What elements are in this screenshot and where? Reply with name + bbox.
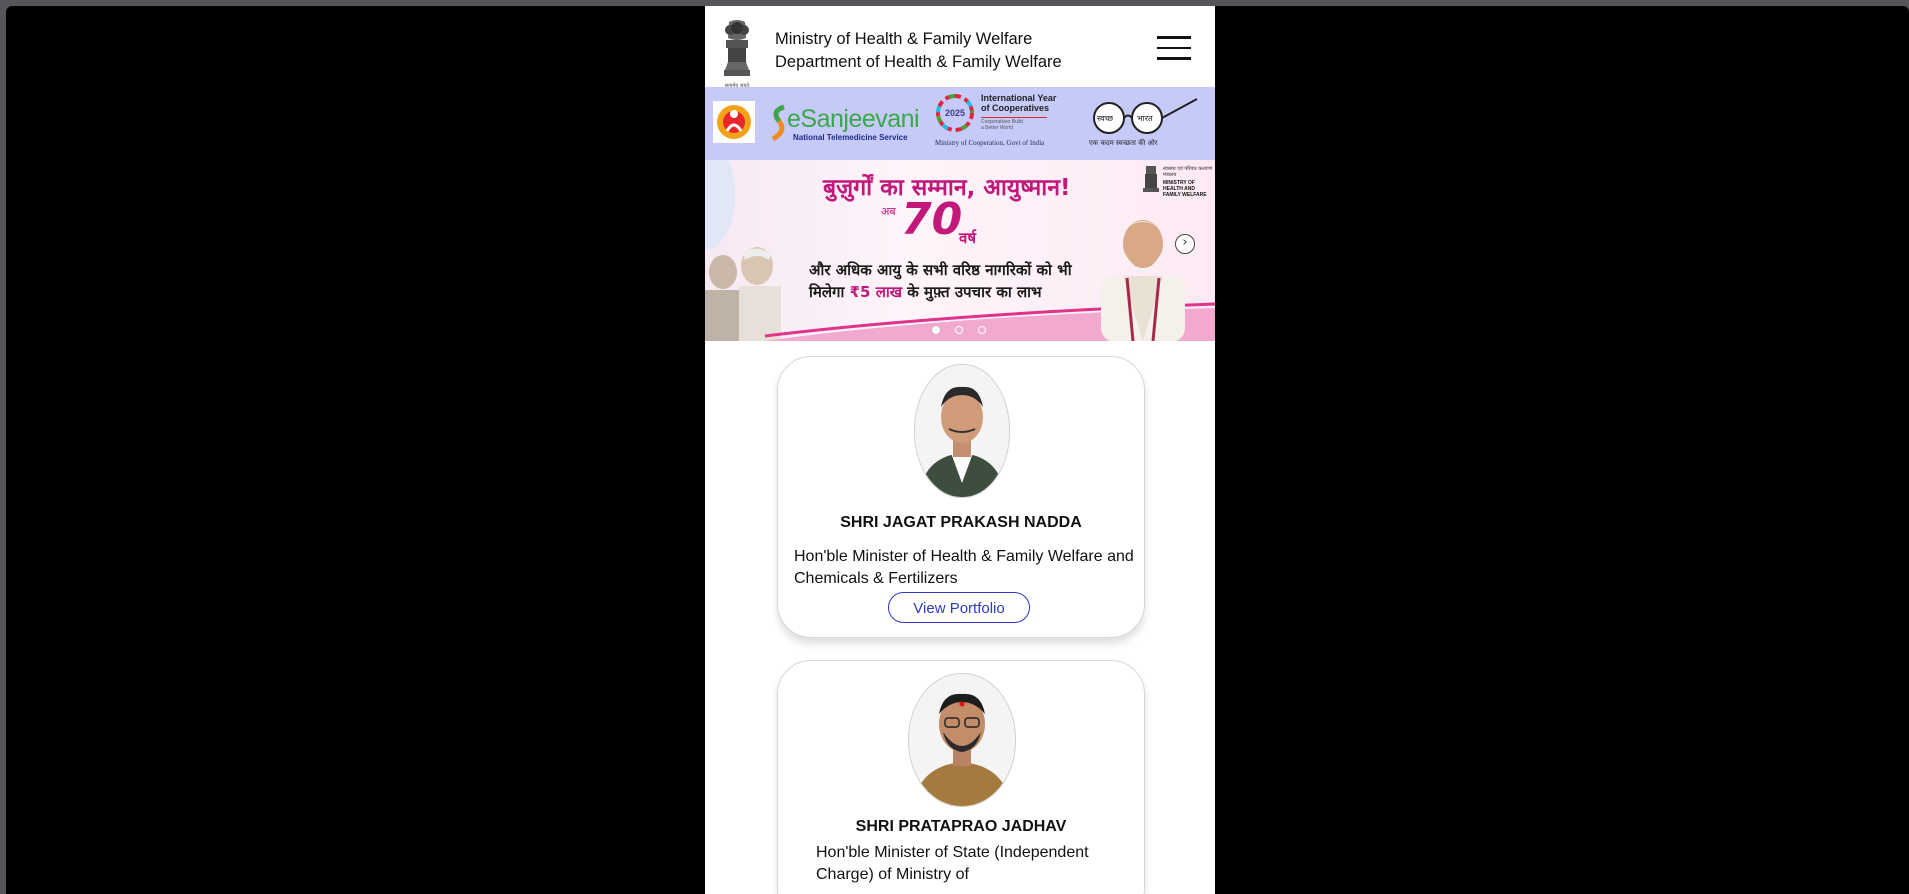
minister-card: SHRI JAGAT PRAKASH NADDA Hon'ble Ministe… xyxy=(777,356,1145,638)
iyc-title: International Year of Cooperatives xyxy=(981,93,1057,113)
site-header: सत्यमेव जयते Ministry of Health & Family… xyxy=(705,6,1215,89)
minister-role: Hon'ble Minister of State (Independent C… xyxy=(816,844,1089,883)
department-name: Department of Health & Family Welfare xyxy=(775,53,1062,71)
carousel-dot-2[interactable] xyxy=(955,326,963,334)
esanjeevani-subtitle: National Telemedicine Service xyxy=(793,133,908,142)
ministry-name: Ministry of Health & Family Welfare xyxy=(775,30,1033,48)
carousel-dots xyxy=(932,326,986,334)
health-scheme-logo[interactable] xyxy=(713,101,755,143)
minister-name: SHRI JAGAT PRAKASH NADDA xyxy=(840,514,1082,531)
banner-ab: अब xyxy=(881,205,896,218)
swachh-tagline: एक कदम स्वच्छता की ओर xyxy=(1089,139,1158,147)
swachh-left-text: स्वच्छ xyxy=(1097,114,1114,123)
iyc-divider xyxy=(981,117,1047,118)
minister-name: SHRI PRATAPRAO JADHAV xyxy=(855,818,1067,835)
site-title[interactable]: Ministry of Health & Family Welfare Depa… xyxy=(775,28,1062,74)
prime-minister-image xyxy=(1093,204,1193,341)
carousel-dot-1[interactable] xyxy=(932,326,940,334)
view-portfolio-button[interactable]: View Portfolio xyxy=(888,592,1030,623)
ministry-badge: स्वास्थ्य एवं परिवार कल्याण मंत्रालय MIN… xyxy=(1141,164,1213,198)
mobile-viewport: सत्यमेव जयते Ministry of Health & Family… xyxy=(705,6,1215,894)
hamburger-menu-icon[interactable] xyxy=(1157,36,1191,62)
banner-decoration xyxy=(705,160,735,250)
swachh-right-text: भारत xyxy=(1137,114,1153,123)
national-emblem-logo[interactable]: सत्यमेव जयते xyxy=(719,18,755,89)
minister-role: Hon'ble Minister of Health & Family Welf… xyxy=(794,548,1134,587)
banner-seventy: 70 xyxy=(901,194,963,245)
partner-logo-strip: eSanjeevani National Telemedicine Servic… xyxy=(705,87,1215,160)
browser-frame: सत्यमेव जयते Ministry of Health & Family… xyxy=(6,6,1909,894)
minister-photo xyxy=(914,364,1010,498)
carousel-next-icon[interactable]: › xyxy=(1175,234,1195,254)
banner-varsh: वर्ष xyxy=(959,229,977,247)
banner-line-1: और अधिक आयु के सभी वरिष्ठ नागरिकों को भी xyxy=(809,261,1072,279)
international-year-cooperatives-logo[interactable]: 2025 International Year of Cooperatives … xyxy=(933,89,1063,159)
iyc-footer: Ministry of Cooperation, Govt of India xyxy=(935,139,1045,147)
esanjeevani-logo[interactable]: eSanjeevani National Telemedicine Servic… xyxy=(769,103,920,147)
minister-card: SHRI PRATAPRAO JADHAV Hon'ble Minister o… xyxy=(777,660,1145,894)
iyc-tagline: Cooperatives Build a Better World xyxy=(981,119,1023,131)
minister-photo xyxy=(908,673,1016,807)
carousel-dot-3[interactable] xyxy=(978,326,986,334)
esanjeevani-name: eSanjeevani xyxy=(787,105,920,133)
swachh-bharat-logo[interactable]: स्वच्छ भारत एक कदम स्वच्छता की ओर xyxy=(1085,93,1207,153)
hero-banner-carousel[interactable]: बुज़ुर्गों का सम्मान, आयुष्मान! अब 70 वर… xyxy=(705,160,1215,341)
iyc-year: 2025 xyxy=(945,108,966,118)
banner-line-2: मिलेगा ₹5 लाख के मुफ़्त उपचार का लाभ xyxy=(809,283,1042,301)
